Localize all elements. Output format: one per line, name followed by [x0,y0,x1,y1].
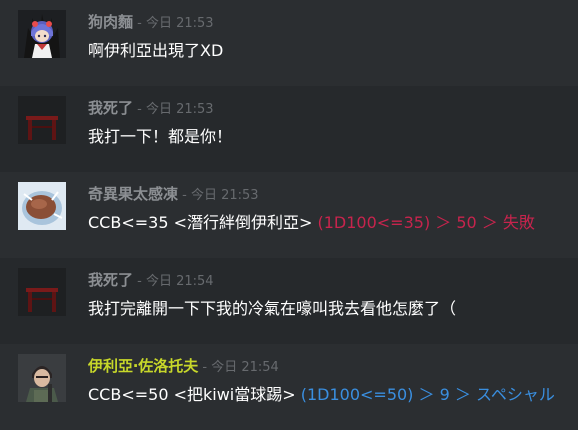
message-text: CCB<=35 <潛行絆倒伊利亞> (1D100<=35) ＞ 50 ＞ 失敗 [88,212,535,234]
table-avatar-icon[interactable] [18,96,66,144]
author-name[interactable]: 我死了 [88,271,133,289]
separator: - [133,16,146,31]
chat-message: 伊利亞‧佐洛托夫 - 今日 21:54 CCB<=50 <把kiwi當球踢> (… [0,344,578,430]
message-text: 啊伊利亞出現了XD [88,40,223,62]
message-text: 我打一下！都是你！ [88,126,232,148]
timestamp: 今日 21:53 [145,16,214,31]
message-header: 奇異果太感凍 - 今日 21:53 [88,183,259,205]
dice-result-fail: (1D100<=35) ＞ 50 ＞ 失敗 [312,213,535,232]
message-header: 我死了 - 今日 21:53 [88,97,214,119]
message-header: 伊利亞‧佐洛托夫 - 今日 21:54 [88,355,279,377]
chat-message: 我死了 - 今日 21:54 我打完離開一下下我的冷氣在嚎叫我去看他怎麼了（ [0,258,578,344]
chat-message: 奇異果太感凍 - 今日 21:53 CCB<=35 <潛行絆倒伊利亞> (1D1… [0,172,578,258]
separator: - [133,102,146,117]
dice-command: CCB<=50 <把kiwi當球踢> [88,385,296,404]
timestamp: 今日 21:54 [145,274,214,289]
chat-message: 我死了 - 今日 21:53 我打一下！都是你！ [0,86,578,172]
author-name[interactable]: 伊利亞‧佐洛托夫 [88,357,198,375]
message-content: 我打一下！都是你！ [88,127,233,146]
frozen-kiwi-avatar-icon[interactable] [18,182,66,230]
timestamp: 今日 21:53 [190,188,259,203]
separator: - [178,188,191,203]
author-name[interactable]: 我死了 [88,99,133,117]
table-avatar-icon[interactable] [18,268,66,316]
soldier-avatar-icon[interactable] [18,354,66,402]
message-text: CCB<=50 <把kiwi當球踢> (1D100<=50) ＞ 9 ＞ スペシ… [88,384,555,406]
author-name[interactable]: 狗肉麵 [88,13,133,31]
message-content: 啊伊利亞出現了XD [88,41,224,60]
message-content: 我打完離開一下下我的冷氣在嚎叫我去看他怎麼了（ [88,299,457,318]
chat-message: 狗肉麵 - 今日 21:53 啊伊利亞出現了XD [0,0,578,86]
author-name[interactable]: 奇異果太感凍 [88,185,178,203]
message-header: 我死了 - 今日 21:54 [88,269,214,291]
message-header: 狗肉麵 - 今日 21:53 [88,11,214,33]
timestamp: 今日 21:53 [145,102,214,117]
chat-log: 狗肉麵 - 今日 21:53 啊伊利亞出現了XD 我死了 - 今日 21:53 … [0,0,578,428]
separator: - [133,274,146,289]
message-text: 我打完離開一下下我的冷氣在嚎叫我去看他怎麼了（ [88,298,456,320]
dice-result-special: (1D100<=50) ＞ 9 ＞ スペシャル [295,385,555,404]
anime-girl-avatar-icon[interactable] [18,10,66,58]
timestamp: 今日 21:54 [211,360,279,375]
dice-command: CCB<=35 <潛行絆倒伊利亞> [88,213,313,232]
separator: - [198,360,212,375]
